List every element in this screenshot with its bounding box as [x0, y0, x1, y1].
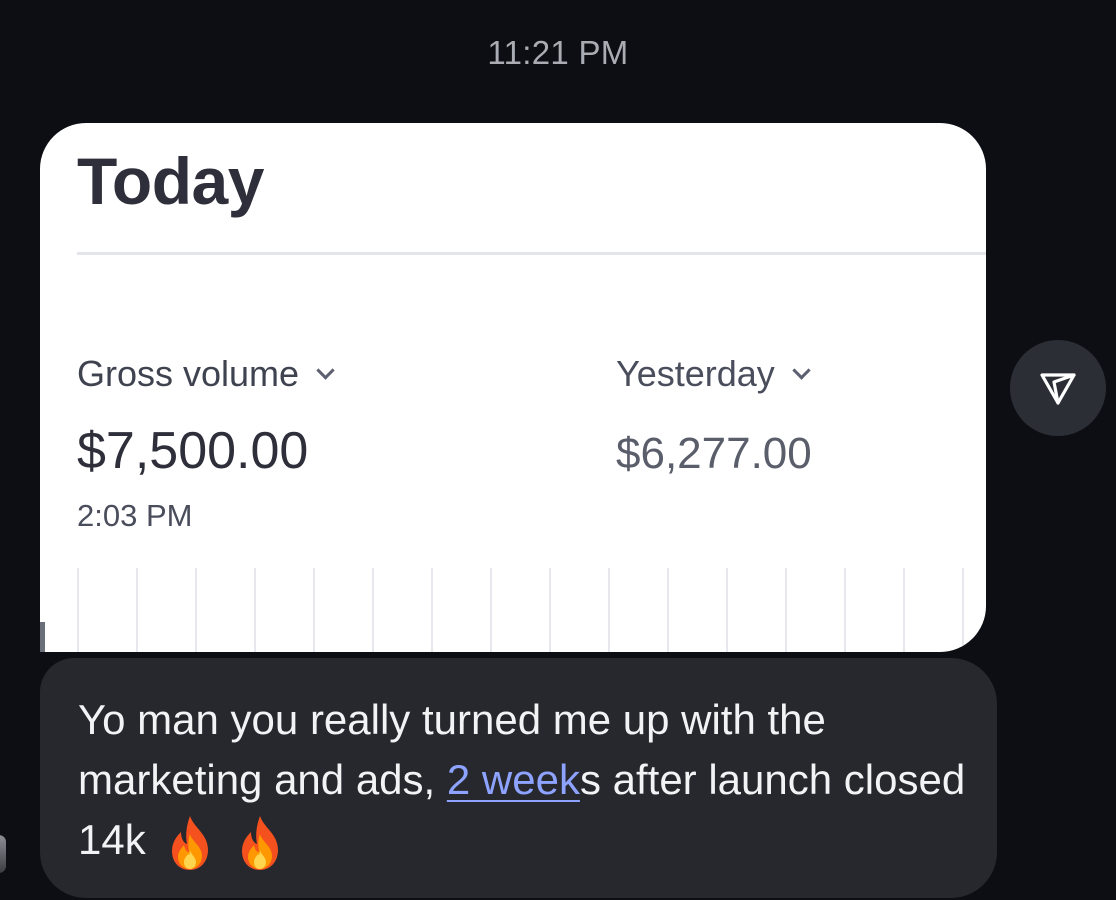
date-link[interactable]: 2 week [447, 756, 580, 803]
gridline [195, 568, 197, 652]
share-button[interactable] [1010, 340, 1106, 436]
message-bubble[interactable]: Yo man you really turned me up with the … [40, 658, 997, 898]
reply-indicator [40, 622, 45, 652]
gridline [962, 568, 964, 652]
gridline [136, 568, 138, 652]
yesterday-label: Yesterday [616, 353, 775, 394]
gridline [844, 568, 846, 652]
gridline [726, 568, 728, 652]
yesterday-dropdown: Yesterday [616, 353, 811, 395]
gridline [608, 568, 610, 652]
gross-volume-value: $7,500.00 [77, 422, 309, 480]
gross-volume-label: Gross volume [77, 353, 300, 394]
gross-volume-dropdown: Gross volume [77, 353, 335, 395]
chevron-down-icon [316, 360, 335, 380]
gridline [313, 568, 315, 652]
gridline [549, 568, 551, 652]
chart-gridlines [77, 568, 986, 652]
yesterday-value: $6,277.00 [616, 429, 812, 478]
gridline [667, 568, 669, 652]
gridline [490, 568, 492, 652]
avatar[interactable] [0, 835, 6, 873]
message-text: Yo man you really turned me up with the … [78, 690, 978, 872]
gridline [372, 568, 374, 652]
gross-volume-time: 2:03 PM [77, 498, 193, 533]
card-divider [77, 252, 986, 255]
gridline [903, 568, 905, 652]
fire-emoji-icon [171, 815, 208, 870]
gridline [431, 568, 433, 652]
fire-emoji-icon [241, 815, 278, 870]
gridline [254, 568, 256, 652]
card-title: Today [77, 144, 264, 218]
chevron-down-icon [792, 360, 811, 380]
message-timestamp: 11:21 PM [487, 34, 629, 71]
gridline [77, 568, 79, 652]
gridline [785, 568, 787, 652]
shared-image-card[interactable]: Today Gross volume Yesterday $7,500.00 $… [40, 123, 986, 652]
send-icon [1040, 373, 1076, 405]
